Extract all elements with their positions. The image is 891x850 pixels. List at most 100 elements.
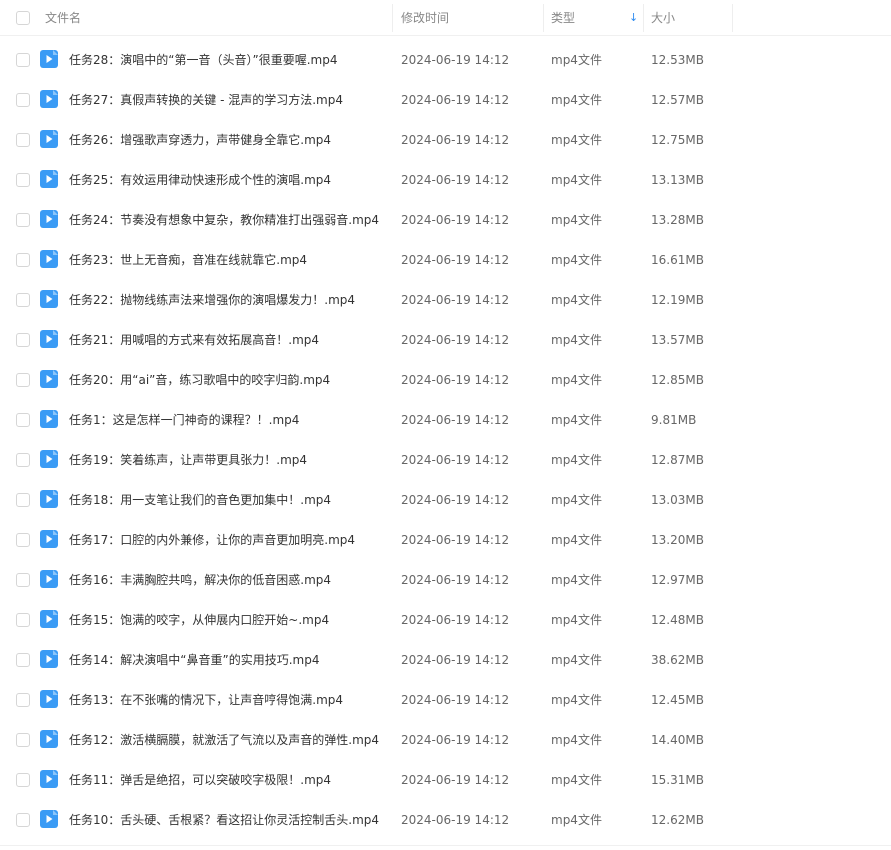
- file-name[interactable]: 任务26：增强歌声穿透力，声带健身全靠它.mp4: [69, 120, 331, 160]
- row-checkbox[interactable]: [16, 613, 30, 627]
- file-row[interactable]: 任务27：真假声转换的关键 - 混声的学习方法.mp4 2024-06-19 1…: [0, 80, 891, 120]
- file-type: mp4文件: [551, 133, 602, 147]
- file-type: mp4文件: [551, 773, 602, 787]
- row-checkbox[interactable]: [16, 493, 30, 507]
- column-header-type[interactable]: 类型: [551, 0, 575, 36]
- row-checkbox[interactable]: [16, 573, 30, 587]
- column-header-name[interactable]: 文件名: [45, 0, 81, 36]
- file-name[interactable]: 任务13：在不张嘴的情况下，让声音哼得饱满.mp4: [69, 680, 343, 720]
- file-row[interactable]: 任务16：丰满胸腔共鸣，解决你的低音困惑.mp4 2024-06-19 14:1…: [0, 560, 891, 600]
- row-checkbox[interactable]: [16, 53, 30, 67]
- file-row[interactable]: 任务10：舌头硬、舌根紧？看这招让你灵活控制舌头.mp4 2024-06-19 …: [0, 800, 891, 840]
- column-divider[interactable]: [643, 4, 644, 32]
- file-name[interactable]: 任务23：世上无音痴，音准在线就靠它.mp4: [69, 240, 307, 280]
- row-checkbox[interactable]: [16, 653, 30, 667]
- column-header-modified-time[interactable]: 修改时间: [401, 0, 449, 36]
- file-row[interactable]: 任务28：演唱中的“第一音（头音）”很重要喔.mp4 2024-06-19 14…: [0, 40, 891, 80]
- file-size: 12.45MB: [651, 693, 704, 707]
- file-name[interactable]: 任务25：有效运用律动快速形成个性的演唱.mp4: [69, 160, 331, 200]
- file-name[interactable]: 任务20：用“ai”音，练习歌唱中的咬字归韵.mp4: [69, 360, 330, 400]
- file-name[interactable]: 任务14：解决演唱中“鼻音重”的实用技巧.mp4: [69, 640, 319, 680]
- list-header: 文件名 修改时间 类型 ↓ 大小: [0, 0, 891, 36]
- file-row[interactable]: 任务19：笑着练声，让声带更具张力！.mp4 2024-06-19 14:12 …: [0, 440, 891, 480]
- file-name[interactable]: 任务10：舌头硬、舌根紧？看这招让你灵活控制舌头.mp4: [69, 800, 379, 840]
- row-checkbox[interactable]: [16, 453, 30, 467]
- file-name[interactable]: 任务15：饱满的咬字，从伸展内口腔开始~.mp4: [69, 600, 329, 640]
- video-file-icon: [40, 770, 58, 788]
- file-modified-time: 2024-06-19 14:12: [401, 333, 510, 347]
- row-checkbox[interactable]: [16, 293, 30, 307]
- row-checkbox[interactable]: [16, 533, 30, 547]
- row-checkbox[interactable]: [16, 133, 30, 147]
- row-checkbox[interactable]: [16, 173, 30, 187]
- file-name[interactable]: 任务28：演唱中的“第一音（头音）”很重要喔.mp4: [69, 40, 337, 80]
- file-name[interactable]: 任务16：丰满胸腔共鸣，解决你的低音困惑.mp4: [69, 560, 331, 600]
- file-name[interactable]: 任务18：用一支笔让我们的音色更加集中！.mp4: [69, 480, 331, 520]
- file-row[interactable]: 任务24：节奏没有想象中复杂，教你精准打出强弱音.mp4 2024-06-19 …: [0, 200, 891, 240]
- file-size: 9.81MB: [651, 413, 697, 427]
- file-row[interactable]: 任务17：口腔的内外兼修，让你的声音更加明亮.mp4 2024-06-19 14…: [0, 520, 891, 560]
- row-checkbox[interactable]: [16, 733, 30, 747]
- file-name[interactable]: 任务12：激活横膈膜，就激活了气流以及声音的弹性.mp4: [69, 720, 379, 760]
- file-modified-time: 2024-06-19 14:12: [401, 213, 510, 227]
- file-list: 文件名 修改时间 类型 ↓ 大小 任务28：演唱中的“第一音（头音）”很重要喔.…: [0, 0, 891, 850]
- file-row[interactable]: 任务23：世上无音痴，音准在线就靠它.mp4 2024-06-19 14:12 …: [0, 240, 891, 280]
- file-row[interactable]: 任务22：抛物线练声法来增强你的演唱爆发力！.mp4 2024-06-19 14…: [0, 280, 891, 320]
- file-name[interactable]: 任务17：口腔的内外兼修，让你的声音更加明亮.mp4: [69, 520, 355, 560]
- column-header-size[interactable]: 大小: [651, 0, 675, 36]
- file-type: mp4文件: [551, 573, 602, 587]
- row-checkbox[interactable]: [16, 253, 30, 267]
- video-file-icon: [40, 330, 58, 348]
- file-type: mp4文件: [551, 653, 602, 667]
- file-type: mp4文件: [551, 253, 602, 267]
- file-size: 12.62MB: [651, 813, 704, 827]
- column-divider[interactable]: [732, 4, 733, 32]
- video-file-icon: [40, 730, 58, 748]
- file-name[interactable]: 任务22：抛物线练声法来增强你的演唱爆发力！.mp4: [69, 280, 355, 320]
- file-row[interactable]: 任务11：弹舌是绝招，可以突破咬字极限！.mp4 2024-06-19 14:1…: [0, 760, 891, 800]
- row-checkbox[interactable]: [16, 93, 30, 107]
- row-checkbox[interactable]: [16, 693, 30, 707]
- file-size: 13.20MB: [651, 533, 704, 547]
- file-name[interactable]: 任务21：用喊唱的方式来有效拓展高音！.mp4: [69, 320, 319, 360]
- file-name[interactable]: 任务19：笑着练声，让声带更具张力！.mp4: [69, 440, 307, 480]
- file-row[interactable]: 任务18：用一支笔让我们的音色更加集中！.mp4 2024-06-19 14:1…: [0, 480, 891, 520]
- file-row[interactable]: 任务1：这是怎样一门神奇的课程？！.mp4 2024-06-19 14:12 m…: [0, 400, 891, 440]
- file-name[interactable]: 任务1：这是怎样一门神奇的课程？！.mp4: [69, 400, 299, 440]
- video-file-icon: [40, 450, 58, 468]
- file-row[interactable]: 任务15：饱满的咬字，从伸展内口腔开始~.mp4 2024-06-19 14:1…: [0, 600, 891, 640]
- file-size: 13.28MB: [651, 213, 704, 227]
- file-name[interactable]: 任务27：真假声转换的关键 - 混声的学习方法.mp4: [69, 80, 343, 120]
- row-checkbox[interactable]: [16, 413, 30, 427]
- column-divider[interactable]: [392, 4, 393, 32]
- video-file-icon: [40, 530, 58, 548]
- video-file-icon: [40, 370, 58, 388]
- file-name[interactable]: 任务24：节奏没有想象中复杂，教你精准打出强弱音.mp4: [69, 200, 379, 240]
- row-checkbox[interactable]: [16, 213, 30, 227]
- sort-arrow-down-icon[interactable]: ↓: [629, 0, 638, 36]
- file-type: mp4文件: [551, 413, 602, 427]
- video-file-icon: [40, 170, 58, 188]
- file-size: 12.97MB: [651, 573, 704, 587]
- file-size: 12.53MB: [651, 53, 704, 67]
- row-checkbox[interactable]: [16, 773, 30, 787]
- file-row[interactable]: 任务13：在不张嘴的情况下，让声音哼得饱满.mp4 2024-06-19 14:…: [0, 680, 891, 720]
- file-type: mp4文件: [551, 173, 602, 187]
- row-checkbox[interactable]: [16, 373, 30, 387]
- row-checkbox[interactable]: [16, 813, 30, 827]
- file-row[interactable]: 任务21：用喊唱的方式来有效拓展高音！.mp4 2024-06-19 14:12…: [0, 320, 891, 360]
- file-row[interactable]: 任务14：解决演唱中“鼻音重”的实用技巧.mp4 2024-06-19 14:1…: [0, 640, 891, 680]
- file-modified-time: 2024-06-19 14:12: [401, 453, 510, 467]
- file-name[interactable]: 任务11：弹舌是绝招，可以突破咬字极限！.mp4: [69, 760, 331, 800]
- file-row[interactable]: 任务20：用“ai”音，练习歌唱中的咬字归韵.mp4 2024-06-19 14…: [0, 360, 891, 400]
- file-modified-time: 2024-06-19 14:12: [401, 93, 510, 107]
- file-row[interactable]: 任务12：激活横膈膜，就激活了气流以及声音的弹性.mp4 2024-06-19 …: [0, 720, 891, 760]
- file-row[interactable]: 任务26：增强歌声穿透力，声带健身全靠它.mp4 2024-06-19 14:1…: [0, 120, 891, 160]
- file-type: mp4文件: [551, 93, 602, 107]
- select-all-checkbox[interactable]: [16, 11, 30, 25]
- file-modified-time: 2024-06-19 14:12: [401, 413, 510, 427]
- column-divider[interactable]: [543, 4, 544, 32]
- file-modified-time: 2024-06-19 14:12: [401, 773, 510, 787]
- row-checkbox[interactable]: [16, 333, 30, 347]
- file-row[interactable]: 任务25：有效运用律动快速形成个性的演唱.mp4 2024-06-19 14:1…: [0, 160, 891, 200]
